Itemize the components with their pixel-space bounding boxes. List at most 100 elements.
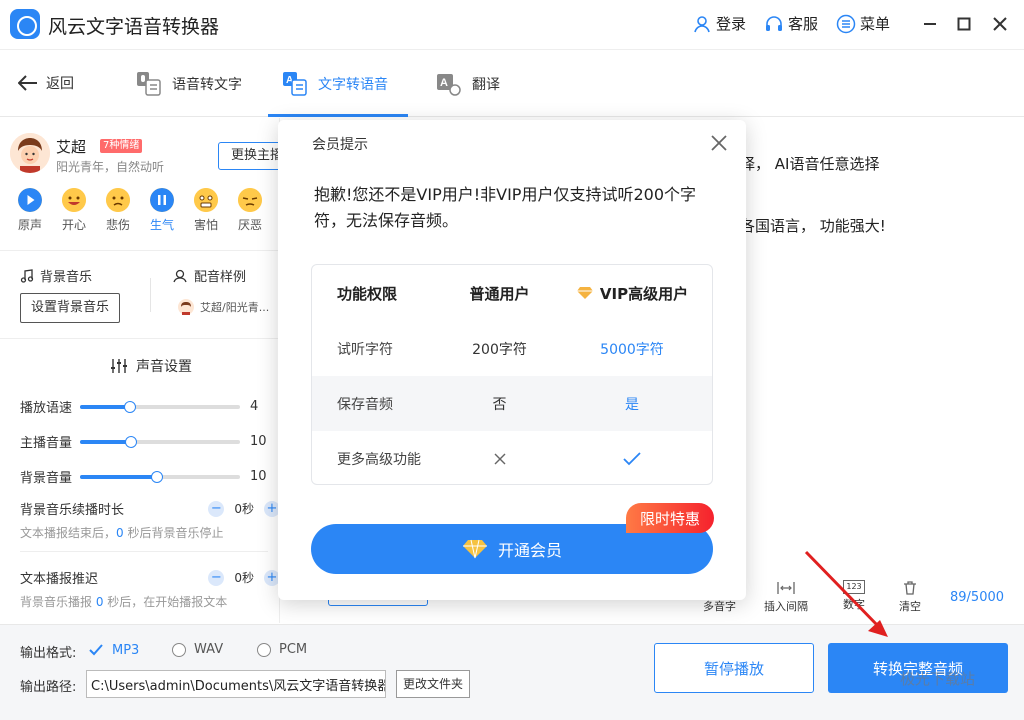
pause-button[interactable]: 暂停播放 [654, 643, 814, 693]
emotion-sad[interactable]: 悲伤 [96, 188, 140, 233]
menu-icon [836, 14, 856, 33]
scared-face-icon [194, 188, 218, 212]
minimize-icon [924, 23, 936, 25]
speed-slider[interactable] [80, 400, 240, 413]
editor-text-line[interactable]: 择， AI语音任意选择 [740, 153, 879, 174]
happy-face-icon [62, 188, 86, 212]
avatar [10, 133, 50, 173]
format-wav-radio[interactable]: WAV [172, 642, 223, 657]
emotion-happy[interactable]: 开心 [52, 188, 96, 233]
number-icon: 123 [843, 580, 865, 594]
svg-text:A: A [440, 77, 448, 89]
tab-translate[interactable]: A 翻译 [436, 51, 500, 117]
table-header: 功能权限 普通用户 VIP高级用户 [337, 284, 689, 303]
emotion-count-badge: 7种情绪 [100, 139, 143, 153]
text-delay-stepper: 文本播报推迟 − 0秒 + [20, 568, 280, 587]
play-icon [18, 188, 42, 212]
decrement-button[interactable]: − [208, 500, 225, 517]
modal-message: 抱歉!您还不是VIP用户!非VIP用户仅支持试听200个字符，无法保存音频。 [314, 185, 696, 230]
watermark: 极光下载站 [900, 670, 976, 688]
pause-icon [150, 188, 174, 212]
divider [0, 338, 280, 339]
radio-circle-icon [257, 642, 271, 657]
maximize-button[interactable] [952, 12, 976, 36]
arrow-left-icon [18, 75, 37, 91]
user-icon [694, 15, 710, 32]
checkmark-icon [623, 451, 641, 465]
divider [20, 551, 268, 552]
number-tool[interactable]: 123 数字 [843, 580, 865, 612]
text-speech-icon: A [283, 72, 307, 96]
bgm-volume-slider[interactable] [80, 470, 240, 483]
format-mp3-radio[interactable]: MP3 [88, 642, 139, 658]
check-icon [89, 644, 103, 656]
cross-icon [494, 453, 505, 464]
speaker-sample-icon [173, 269, 187, 282]
tab-speech-to-text[interactable]: 语音转文字 [136, 51, 242, 117]
radio-circle-icon [172, 642, 186, 657]
bgm-label: 背景音乐 [20, 266, 92, 285]
close-icon[interactable] [708, 132, 730, 154]
format-pcm-radio[interactable]: PCM [257, 642, 307, 657]
slider-thumb[interactable] [123, 400, 136, 413]
char-counter: 89/5000 [950, 590, 1005, 605]
sample-label: 配音样例 [172, 266, 246, 285]
minimize-button[interactable] [918, 12, 942, 36]
music-note-icon [20, 268, 34, 283]
settings-panel: 艾超 7种情绪 阳光青年，自然动听 更换主播 原声 开心 悲伤 生气 害怕 厌恶 [0, 118, 306, 623]
table-row: 试听字符 200字符 5000字符 [337, 341, 664, 358]
diamond-icon [462, 539, 487, 559]
close-window-button[interactable] [988, 12, 1012, 36]
bgm-duration-stepper: 背景音乐续播时长 − 0秒 + [20, 499, 280, 518]
avatar-small-icon [178, 299, 194, 315]
editor-text-line[interactable]: 各国语言， 功能强大! [740, 215, 886, 236]
table-row: 更多高级功能 [312, 431, 712, 484]
modal-title: 会员提示 [312, 137, 368, 153]
bgm-duration-hint: 文本播报结束后，0 秒后背景音乐停止 [20, 526, 224, 540]
output-format-label: 输出格式: [20, 646, 77, 661]
comparison-table: 功能权限 普通用户 VIP高级用户 试听字符 200字符 5000字符 保存音频… [311, 264, 713, 485]
anchor-volume-slider-row: 主播音量 10 [20, 434, 267, 451]
emotion-original[interactable]: 原声 [8, 188, 52, 233]
anchor-description: 阳光青年，自然动听 [56, 160, 165, 174]
output-path-label: 输出路径: [20, 680, 77, 695]
table-row: 保存音频 否 是 [312, 376, 712, 431]
microphone-doc-icon [137, 72, 161, 96]
slider-thumb[interactable] [125, 435, 138, 448]
menu-button[interactable]: 菜单 [836, 13, 890, 34]
login-button[interactable]: 登录 [692, 13, 746, 34]
insert-interval-tool[interactable]: 插入间隔 [764, 580, 808, 614]
promo-badge: 限时特惠 [626, 503, 714, 533]
anchor-volume-slider[interactable] [80, 435, 240, 448]
back-button[interactable]: 返回 [18, 73, 74, 93]
maximize-icon [957, 17, 971, 31]
set-bgm-button[interactable]: 设置背景音乐 [20, 293, 120, 323]
anchor-name: 艾超 [56, 138, 87, 156]
slider-thumb[interactable] [150, 470, 163, 483]
change-folder-button[interactable]: 更改文件夹 [396, 670, 470, 698]
bgm-volume-slider-row: 背景音量 10 [20, 469, 267, 486]
sad-face-icon [106, 188, 130, 212]
app-title: 风云文字语音转换器 [48, 16, 220, 38]
divider [150, 278, 151, 312]
headset-icon [766, 15, 782, 31]
clear-tool[interactable]: 清空 [899, 580, 921, 614]
divider [0, 250, 280, 251]
close-icon [993, 17, 1007, 31]
vip-modal: 会员提示 抱歉!您还不是VIP用户!非VIP用户仅支持试听200个字符，无法保存… [278, 120, 746, 600]
speed-slider-row: 播放语速 4 [20, 399, 259, 416]
customer-service-button[interactable]: 客服 [764, 13, 818, 34]
emotion-angry[interactable]: 生气 [140, 188, 184, 233]
emotion-scared[interactable]: 害怕 [184, 188, 228, 233]
title-bar: 风云文字语音转换器 登录 客服 菜单 [0, 0, 1024, 50]
translate-icon: A [437, 74, 461, 96]
sample-item[interactable]: 艾超/阳光青... [178, 299, 269, 315]
decrement-button[interactable]: − [208, 569, 225, 586]
app-logo-icon [10, 9, 40, 39]
disgust-face-icon [238, 188, 262, 212]
emotion-disgust[interactable]: 厌恶 [228, 188, 272, 233]
output-path-input[interactable]: C:\Users\admin\Documents\风云文字语音转换器 [86, 670, 386, 698]
emotion-list: 原声 开心 悲伤 生气 害怕 厌恶 惊 [8, 188, 316, 233]
voice-settings-title: 声音设置 [110, 356, 192, 376]
tab-text-to-speech[interactable]: A 文字转语音 [268, 51, 408, 117]
